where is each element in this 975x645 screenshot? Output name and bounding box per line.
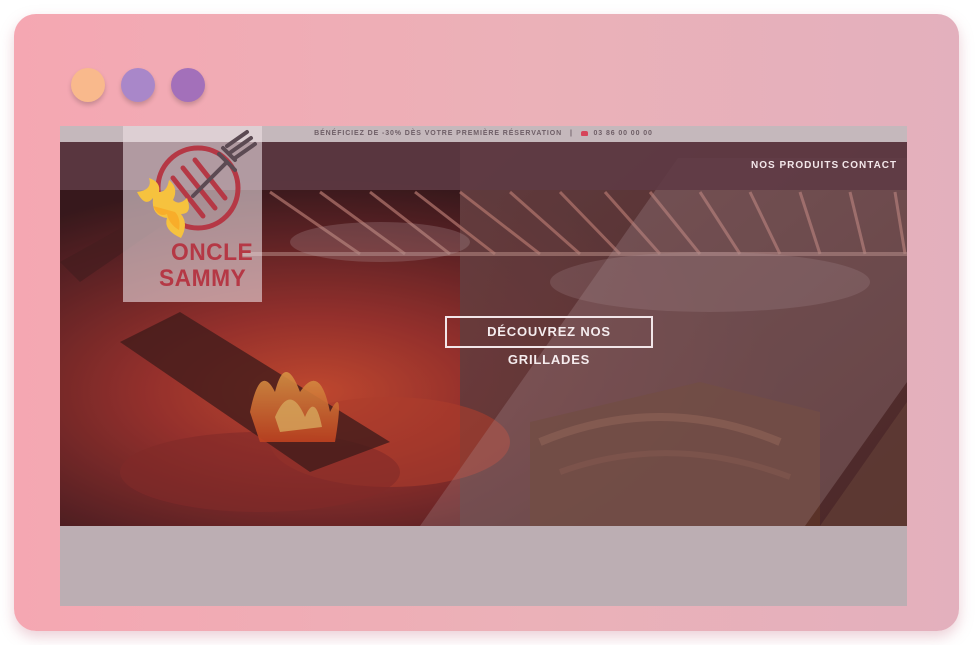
- logo-text-oncle: ONCLE: [171, 239, 254, 266]
- logo-text-sammy: SAMMY: [159, 265, 247, 292]
- grill-fork-flame-logo-icon: [137, 130, 257, 238]
- below-hero-section: [60, 526, 907, 606]
- nav-link-contact[interactable]: Contact: [842, 160, 897, 171]
- window-dot-lavender[interactable]: [121, 68, 155, 102]
- window-dot-orange[interactable]: [71, 68, 105, 102]
- window-dot-purple[interactable]: [171, 68, 205, 102]
- cta-discover-grills-button[interactable]: Découvrez nos grillades: [445, 316, 653, 367]
- promo-phone[interactable]: 03 86 00 00 00: [594, 130, 653, 137]
- promo-text: Bénéficiez de -30% dès votre première ré…: [314, 130, 563, 137]
- phone-icon: [580, 130, 588, 136]
- website-viewport: Nos produits Contact Bénéficiez de -30% …: [60, 126, 907, 606]
- nav-link-products[interactable]: Nos produits: [751, 160, 839, 171]
- promo-separator: |: [569, 130, 573, 137]
- brand-logo[interactable]: ONCLE SAMMY: [123, 126, 262, 302]
